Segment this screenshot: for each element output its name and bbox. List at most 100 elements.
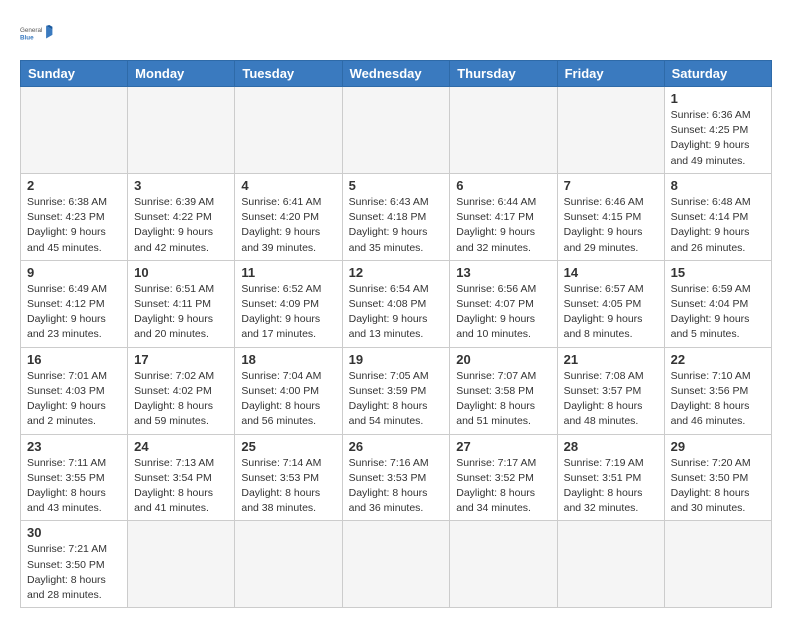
day-info: Sunrise: 7:07 AM Sunset: 3:58 PM Dayligh… [456, 369, 550, 430]
weekday-tuesday: Tuesday [235, 61, 342, 87]
day-cell: 4 Sunrise: 6:41 AM Sunset: 4:20 PM Daylig… [235, 173, 342, 260]
logo: GeneralBlue [20, 16, 56, 52]
day-cell: 10 Sunrise: 6:51 AM Sunset: 4:11 PM Dayli… [128, 260, 235, 347]
week-row-1: 2Sunrise: 6:38 AM Sunset: 4:23 PM Daylig… [21, 173, 772, 260]
day-cell [342, 87, 450, 174]
day-number: 6 [456, 178, 550, 193]
day-info: Sunrise: 7:17 AM Sunset: 3:52 PM Dayligh… [456, 456, 550, 517]
day-number: 12 [349, 265, 444, 280]
day-number: 22 [671, 352, 765, 367]
day-info: Sunrise: 7:01 AM Sunset: 4:03 PM Dayligh… [27, 369, 121, 430]
day-cell: 23 Sunrise: 7:11 AM Sunset: 3:55 PM Dayli… [21, 434, 128, 521]
weekday-header-row: SundayMondayTuesdayWednesdayThursdayFrid… [21, 61, 772, 87]
day-number: 9 [27, 265, 121, 280]
day-info: Sunrise: 6:36 AM Sunset: 4:25 PM Dayligh… [671, 108, 765, 169]
day-cell: 22 Sunrise: 7:10 AM Sunset: 3:56 PM Dayli… [664, 347, 771, 434]
day-number: 14 [564, 265, 658, 280]
day-number: 3 [134, 178, 228, 193]
day-cell: 13Sunrise: 6:56 AM Sunset: 4:07 PM Dayli… [450, 260, 557, 347]
day-number: 4 [241, 178, 335, 193]
week-row-5: 30 Sunrise: 7:21 AM Sunset: 3:50 PM Dayli… [21, 521, 772, 608]
day-number: 10 [134, 265, 228, 280]
day-cell: 12 Sunrise: 6:54 AM Sunset: 4:08 PM Dayli… [342, 260, 450, 347]
day-number: 21 [564, 352, 658, 367]
weekday-monday: Monday [128, 61, 235, 87]
day-number: 8 [671, 178, 765, 193]
day-cell: 28Sunrise: 7:19 AM Sunset: 3:51 PM Dayli… [557, 434, 664, 521]
day-cell: 14Sunrise: 6:57 AM Sunset: 4:05 PM Dayli… [557, 260, 664, 347]
day-number: 19 [349, 352, 444, 367]
day-info: Sunrise: 6:46 AM Sunset: 4:15 PM Dayligh… [564, 195, 658, 256]
day-number: 7 [564, 178, 658, 193]
week-row-2: 9 Sunrise: 6:49 AM Sunset: 4:12 PM Daylig… [21, 260, 772, 347]
day-number: 16 [27, 352, 121, 367]
page: GeneralBlue SundayMondayTuesdayWednesday… [0, 0, 792, 618]
day-info: Sunrise: 7:19 AM Sunset: 3:51 PM Dayligh… [564, 456, 658, 517]
day-cell: 1 Sunrise: 6:36 AM Sunset: 4:25 PM Daylig… [664, 87, 771, 174]
day-number: 11 [241, 265, 335, 280]
day-cell [664, 521, 771, 608]
day-info: Sunrise: 6:41 AM Sunset: 4:20 PM Dayligh… [241, 195, 335, 256]
week-row-0: 1 Sunrise: 6:36 AM Sunset: 4:25 PM Daylig… [21, 87, 772, 174]
day-cell [128, 521, 235, 608]
weekday-wednesday: Wednesday [342, 61, 450, 87]
day-info: Sunrise: 6:49 AM Sunset: 4:12 PM Dayligh… [27, 282, 121, 343]
day-cell: 20 Sunrise: 7:07 AM Sunset: 3:58 PM Dayli… [450, 347, 557, 434]
calendar: SundayMondayTuesdayWednesdayThursdayFrid… [20, 60, 772, 608]
header: GeneralBlue [20, 16, 772, 52]
day-cell [235, 521, 342, 608]
day-info: Sunrise: 7:11 AM Sunset: 3:55 PM Dayligh… [27, 456, 121, 517]
day-cell: 18 Sunrise: 7:04 AM Sunset: 4:00 PM Dayli… [235, 347, 342, 434]
day-number: 23 [27, 439, 121, 454]
day-info: Sunrise: 6:51 AM Sunset: 4:11 PM Dayligh… [134, 282, 228, 343]
day-cell: 27 Sunrise: 7:17 AM Sunset: 3:52 PM Dayli… [450, 434, 557, 521]
day-info: Sunrise: 6:52 AM Sunset: 4:09 PM Dayligh… [241, 282, 335, 343]
day-cell [450, 521, 557, 608]
week-row-3: 16 Sunrise: 7:01 AM Sunset: 4:03 PM Dayli… [21, 347, 772, 434]
day-cell: 8 Sunrise: 6:48 AM Sunset: 4:14 PM Daylig… [664, 173, 771, 260]
day-info: Sunrise: 7:14 AM Sunset: 3:53 PM Dayligh… [241, 456, 335, 517]
day-cell: 15Sunrise: 6:59 AM Sunset: 4:04 PM Dayli… [664, 260, 771, 347]
day-cell: 16 Sunrise: 7:01 AM Sunset: 4:03 PM Dayli… [21, 347, 128, 434]
day-number: 27 [456, 439, 550, 454]
day-info: Sunrise: 6:54 AM Sunset: 4:08 PM Dayligh… [349, 282, 444, 343]
day-cell: 30 Sunrise: 7:21 AM Sunset: 3:50 PM Dayli… [21, 521, 128, 608]
day-cell [21, 87, 128, 174]
day-cell: 29Sunrise: 7:20 AM Sunset: 3:50 PM Dayli… [664, 434, 771, 521]
day-cell: 3Sunrise: 6:39 AM Sunset: 4:22 PM Daylig… [128, 173, 235, 260]
day-info: Sunrise: 6:56 AM Sunset: 4:07 PM Dayligh… [456, 282, 550, 343]
day-info: Sunrise: 7:16 AM Sunset: 3:53 PM Dayligh… [349, 456, 444, 517]
day-number: 5 [349, 178, 444, 193]
day-number: 30 [27, 525, 121, 540]
weekday-sunday: Sunday [21, 61, 128, 87]
day-info: Sunrise: 7:08 AM Sunset: 3:57 PM Dayligh… [564, 369, 658, 430]
day-cell: 19 Sunrise: 7:05 AM Sunset: 3:59 PM Dayli… [342, 347, 450, 434]
day-info: Sunrise: 6:44 AM Sunset: 4:17 PM Dayligh… [456, 195, 550, 256]
weekday-friday: Friday [557, 61, 664, 87]
svg-text:General: General [20, 27, 42, 34]
day-number: 25 [241, 439, 335, 454]
day-number: 1 [671, 91, 765, 106]
day-number: 17 [134, 352, 228, 367]
day-info: Sunrise: 6:48 AM Sunset: 4:14 PM Dayligh… [671, 195, 765, 256]
day-number: 26 [349, 439, 444, 454]
day-info: Sunrise: 6:59 AM Sunset: 4:04 PM Dayligh… [671, 282, 765, 343]
day-info: Sunrise: 7:10 AM Sunset: 3:56 PM Dayligh… [671, 369, 765, 430]
day-cell: 17Sunrise: 7:02 AM Sunset: 4:02 PM Dayli… [128, 347, 235, 434]
weekday-thursday: Thursday [450, 61, 557, 87]
day-info: Sunrise: 7:04 AM Sunset: 4:00 PM Dayligh… [241, 369, 335, 430]
day-number: 20 [456, 352, 550, 367]
day-cell: 21 Sunrise: 7:08 AM Sunset: 3:57 PM Dayli… [557, 347, 664, 434]
day-number: 18 [241, 352, 335, 367]
day-cell: 2Sunrise: 6:38 AM Sunset: 4:23 PM Daylig… [21, 173, 128, 260]
day-info: Sunrise: 6:43 AM Sunset: 4:18 PM Dayligh… [349, 195, 444, 256]
day-cell: 7 Sunrise: 6:46 AM Sunset: 4:15 PM Daylig… [557, 173, 664, 260]
day-number: 29 [671, 439, 765, 454]
day-info: Sunrise: 7:05 AM Sunset: 3:59 PM Dayligh… [349, 369, 444, 430]
day-info: Sunrise: 6:38 AM Sunset: 4:23 PM Dayligh… [27, 195, 121, 256]
day-info: Sunrise: 7:21 AM Sunset: 3:50 PM Dayligh… [27, 542, 121, 603]
day-cell: 25 Sunrise: 7:14 AM Sunset: 3:53 PM Dayli… [235, 434, 342, 521]
day-info: Sunrise: 7:13 AM Sunset: 3:54 PM Dayligh… [134, 456, 228, 517]
day-cell: 5 Sunrise: 6:43 AM Sunset: 4:18 PM Daylig… [342, 173, 450, 260]
day-cell [450, 87, 557, 174]
